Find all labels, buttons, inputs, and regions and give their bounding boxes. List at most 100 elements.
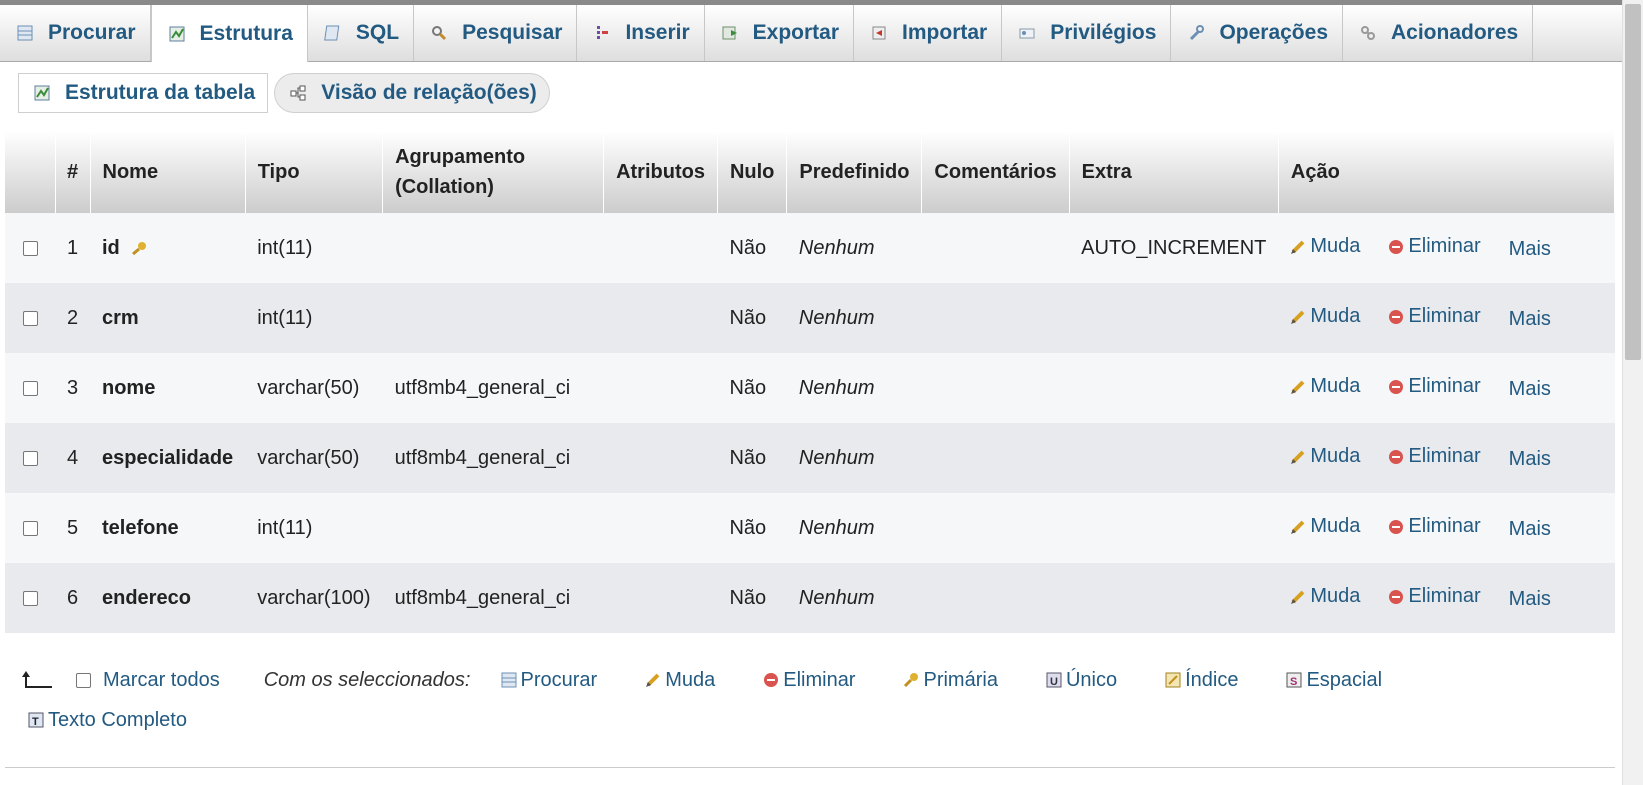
tab-structure[interactable]: Estrutura xyxy=(150,5,308,62)
change-button[interactable]: Muda xyxy=(1290,585,1360,608)
bulk-primary-button[interactable]: Primária xyxy=(903,669,998,692)
column-attributes xyxy=(603,493,718,563)
drop-label: Eliminar xyxy=(1408,445,1481,468)
drop-button[interactable]: Eliminar xyxy=(1388,585,1481,608)
bulk-index-label: Índice xyxy=(1185,668,1239,691)
drop-icon xyxy=(1388,379,1404,395)
check-all[interactable]: Marcar todos xyxy=(76,669,220,692)
column-actions: Muda Eliminar Mais xyxy=(1278,493,1615,563)
row-checkbox[interactable] xyxy=(22,240,38,256)
bulk-spatial-button[interactable]: S Espacial xyxy=(1286,669,1382,692)
table-row: 6 endereco varchar(100) utf8mb4_general_ci N… xyxy=(5,563,1615,633)
row-checkbox[interactable] xyxy=(22,450,38,466)
column-name[interactable]: id xyxy=(102,237,120,259)
row-name-cell: telefone xyxy=(90,493,246,563)
column-attributes xyxy=(603,353,718,423)
column-name[interactable]: especialidade xyxy=(102,447,233,469)
more-label: Mais xyxy=(1508,587,1551,610)
row-name-cell: especialidade xyxy=(90,423,246,493)
more-button[interactable]: Mais xyxy=(1509,238,1551,261)
row-checkbox-cell xyxy=(5,563,55,633)
column-type: varchar(100) xyxy=(245,563,383,633)
change-button[interactable]: Muda xyxy=(1290,445,1360,468)
bulk-line-2: T Texto Completo xyxy=(20,702,1610,738)
vertical-scrollbar[interactable] xyxy=(1622,0,1643,785)
drop-icon xyxy=(1388,449,1404,465)
subtab-relation-view[interactable]: Visão de relação(ões) xyxy=(274,73,550,113)
column-name[interactable]: nome xyxy=(102,377,155,399)
drop-button[interactable]: Eliminar xyxy=(1388,375,1481,398)
column-name[interactable]: endereco xyxy=(102,587,191,609)
column-comments xyxy=(921,563,1070,633)
tab-privileges[interactable]: Privilégios xyxy=(1002,5,1172,61)
search-icon xyxy=(430,24,448,42)
tab-export[interactable]: Exportar xyxy=(705,5,855,61)
check-all-checkbox[interactable] xyxy=(76,672,91,688)
row-checkbox[interactable] xyxy=(22,310,38,326)
pencil-icon xyxy=(1290,589,1306,605)
key-icon xyxy=(903,672,919,688)
subtab-table-structure[interactable]: Estrutura da tabela xyxy=(18,73,269,113)
column-actions: Muda Eliminar Mais xyxy=(1278,563,1615,633)
more-button[interactable]: Mais xyxy=(1509,448,1551,471)
column-extra: AUTO_INCREMENT xyxy=(1069,213,1279,283)
tab-triggers[interactable]: Acionadores xyxy=(1343,5,1534,61)
change-label: Muda xyxy=(1310,515,1361,538)
structure-table: # Nome Tipo Agrupamento (Collation) Atri… xyxy=(5,131,1616,633)
column-extra xyxy=(1069,283,1279,353)
bulk-fulltext-label: Texto Completo xyxy=(48,708,187,731)
drop-button[interactable]: Eliminar xyxy=(1388,445,1481,468)
header-extra: Extra xyxy=(1069,131,1279,213)
header-default: Predefinido xyxy=(786,131,923,213)
tab-label: Importar xyxy=(902,21,988,44)
sub-tabs: Estrutura da tabela Visão de relação(ões… xyxy=(18,73,550,113)
drop-button[interactable]: Eliminar xyxy=(1388,305,1481,328)
tab-sql[interactable]: SQL xyxy=(308,5,415,61)
header-type: Tipo xyxy=(245,131,384,213)
drop-button[interactable]: Eliminar xyxy=(1388,235,1481,258)
tab-operations[interactable]: Operações xyxy=(1171,5,1343,61)
pencil-icon xyxy=(1290,449,1306,465)
column-name[interactable]: telefone xyxy=(102,517,179,539)
tab-search[interactable]: Pesquisar xyxy=(414,5,578,61)
bulk-index-button[interactable]: Índice xyxy=(1165,669,1238,692)
bulk-browse-button[interactable]: Procurar xyxy=(501,669,597,692)
more-button[interactable]: Mais xyxy=(1509,378,1551,401)
column-collation: utf8mb4_general_ci xyxy=(382,353,604,423)
row-name-cell: id xyxy=(90,213,246,283)
bulk-fulltext-button[interactable]: T Texto Completo xyxy=(28,709,187,732)
arrow-up-icon xyxy=(20,669,54,691)
change-button[interactable]: Muda xyxy=(1290,515,1360,538)
row-checkbox-cell xyxy=(5,213,55,283)
pencil-icon xyxy=(1290,519,1306,535)
column-name[interactable]: crm xyxy=(102,307,139,329)
row-checkbox[interactable] xyxy=(22,520,38,536)
column-type: int(11) xyxy=(245,213,383,283)
row-checkbox[interactable] xyxy=(22,380,38,396)
column-null: Não xyxy=(717,213,787,283)
change-button[interactable]: Muda xyxy=(1290,375,1360,398)
more-button[interactable]: Mais xyxy=(1509,518,1551,541)
column-null: Não xyxy=(717,563,787,633)
bulk-unique-label: Único xyxy=(1065,668,1118,691)
tab-import[interactable]: Importar xyxy=(854,5,1003,61)
header-action: Ação xyxy=(1278,131,1616,213)
more-button[interactable]: Mais xyxy=(1509,588,1551,611)
row-checkbox-cell xyxy=(5,353,55,423)
tab-browse[interactable]: Procurar xyxy=(0,5,151,61)
drop-button[interactable]: Eliminar xyxy=(1388,515,1481,538)
column-null: Não xyxy=(717,283,787,353)
more-button[interactable]: Mais xyxy=(1509,308,1551,331)
tab-insert[interactable]: Inserir xyxy=(577,5,705,61)
subtab-label: Estrutura da tabela xyxy=(65,81,256,104)
row-checkbox[interactable] xyxy=(22,590,38,606)
bulk-drop-button[interactable]: Eliminar xyxy=(763,669,855,692)
bulk-unique-button[interactable]: U Único xyxy=(1046,669,1117,692)
scrollbar-thumb[interactable] xyxy=(1625,4,1641,360)
bulk-actions-bar: Marcar todos Com os seleccionados: Procu… xyxy=(20,662,1610,738)
change-button[interactable]: Muda xyxy=(1290,305,1360,328)
wrench-icon xyxy=(1187,24,1205,42)
bulk-change-button[interactable]: Muda xyxy=(645,669,715,692)
change-button[interactable]: Muda xyxy=(1290,235,1360,258)
table-row: 4 especialidade varchar(50) utf8mb4_general… xyxy=(5,423,1615,493)
